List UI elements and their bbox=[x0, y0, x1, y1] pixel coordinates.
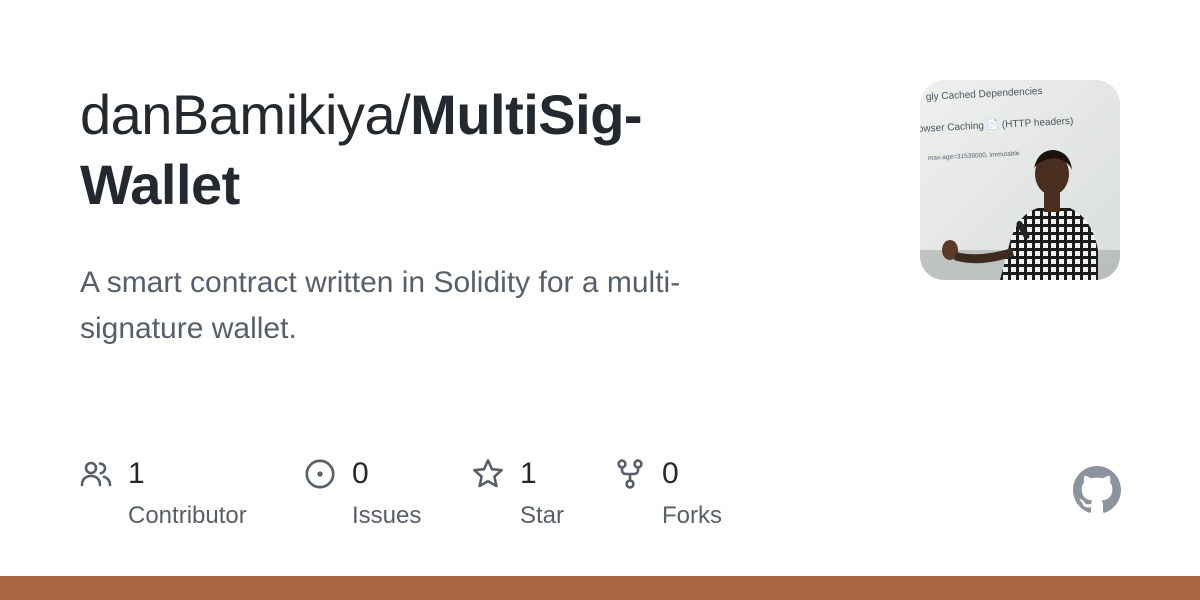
repo-forked-icon bbox=[617, 459, 643, 489]
stars-label: Star bbox=[520, 502, 565, 529]
repo-description: A smart contract written in Solidity for… bbox=[80, 266, 681, 345]
forks-label: Forks bbox=[662, 502, 722, 529]
avatar-photo: gly Cached Dependencies owser Caching 📄 … bbox=[920, 80, 1120, 280]
issues-label: Issues bbox=[352, 502, 422, 529]
repo-owner: danBamikiya/ bbox=[80, 83, 411, 146]
repo-title: danBamikiya/MultiSig-Wallet bbox=[80, 80, 800, 220]
issue-opened-icon bbox=[305, 459, 335, 489]
language-bar bbox=[0, 576, 1200, 600]
issues-count: 0 bbox=[352, 457, 369, 490]
github-mark-icon[interactable] bbox=[1073, 466, 1121, 514]
stars-count: 1 bbox=[520, 457, 537, 490]
contributors-count: 1 bbox=[128, 457, 145, 490]
people-icon bbox=[80, 461, 112, 487]
forks-count: 0 bbox=[662, 457, 679, 490]
owner-avatar: gly Cached Dependencies owser Caching 📄 … bbox=[920, 80, 1120, 280]
contributors-label: Contributor bbox=[128, 502, 247, 529]
star-icon bbox=[473, 459, 503, 488]
